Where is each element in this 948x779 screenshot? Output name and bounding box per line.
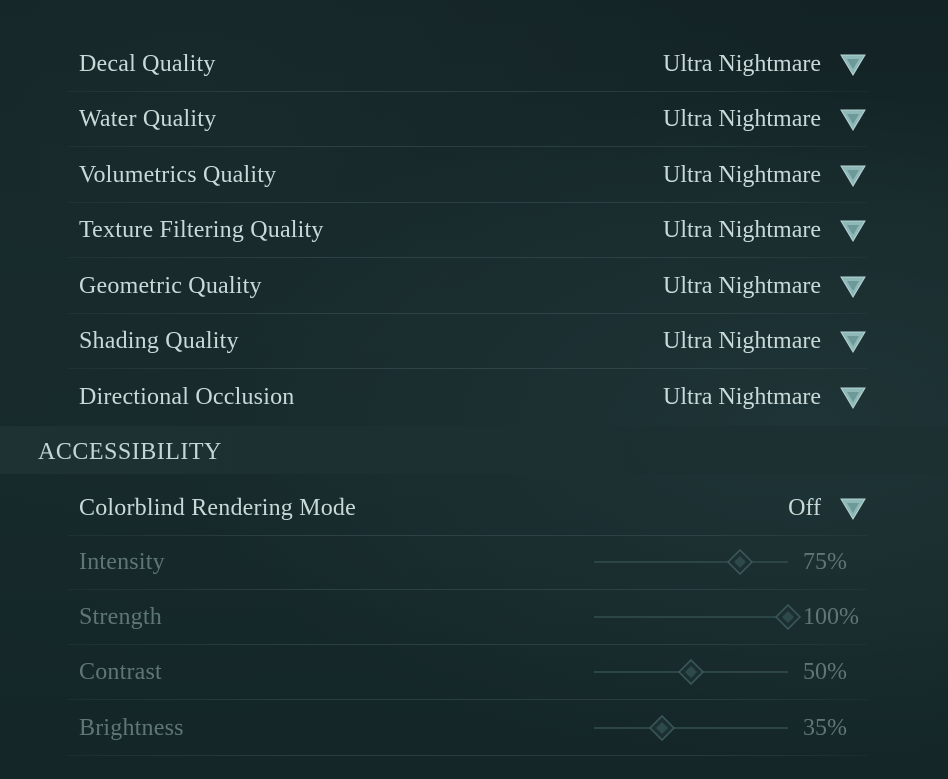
slider-label: Contrast — [79, 659, 162, 685]
diamond-handle-icon[interactable] — [648, 715, 675, 741]
setting-label: Directional Occlusion — [79, 384, 295, 410]
setting-label: Texture Filtering Quality — [79, 217, 324, 243]
diamond-handle-icon[interactable] — [726, 549, 753, 575]
setting-row-texture-filtering-quality[interactable]: Texture Filtering Quality Ultra Nightmar… — [0, 203, 948, 258]
setting-row-colorblind-mode[interactable]: Colorblind Rendering Mode Off — [0, 481, 948, 536]
settings-panel: Decal Quality Ultra Nightmare Water Qual… — [0, 0, 948, 779]
setting-label: Shading Quality — [79, 328, 239, 354]
row-divider — [68, 146, 868, 147]
setting-label: Volumetrics Quality — [79, 162, 277, 188]
slider-row-strength[interactable]: Strength 100% — [0, 590, 948, 645]
slider-row-brightness[interactable]: Brightness 35% — [0, 701, 948, 756]
setting-row-water-quality[interactable]: Water Quality Ultra Nightmare — [0, 92, 948, 147]
setting-row-geometric-quality[interactable]: Geometric Quality Ultra Nightmare — [0, 259, 948, 314]
row-divider — [68, 368, 868, 369]
slider-value: 75% — [803, 549, 847, 575]
slider-track[interactable] — [594, 604, 801, 630]
chevron-down-icon[interactable] — [840, 497, 866, 521]
section-title: ACCESSIBILITY — [38, 439, 222, 465]
slider-track[interactable] — [594, 715, 788, 741]
row-divider — [68, 755, 868, 756]
slider-label: Brightness — [79, 715, 184, 741]
diamond-handle-icon[interactable] — [678, 659, 704, 685]
chevron-down-icon[interactable] — [840, 164, 866, 188]
chevron-down-icon[interactable] — [840, 275, 866, 299]
setting-value[interactable]: Ultra Nightmare — [663, 148, 821, 203]
setting-value[interactable]: Ultra Nightmare — [663, 370, 821, 425]
slider-label: Intensity — [79, 549, 165, 575]
slider-label: Strength — [79, 604, 162, 630]
slider-row-contrast[interactable]: Contrast 50% — [0, 645, 948, 700]
setting-label: Colorblind Rendering Mode — [79, 495, 356, 521]
setting-label: Geometric Quality — [79, 273, 262, 299]
slider-value: 35% — [803, 715, 847, 741]
setting-value[interactable]: Off — [788, 481, 821, 536]
setting-label: Decal Quality — [79, 51, 216, 77]
chevron-down-icon[interactable] — [840, 219, 866, 243]
chevron-down-icon[interactable] — [840, 386, 866, 410]
setting-value[interactable]: Ultra Nightmare — [663, 203, 821, 258]
setting-value[interactable]: Ultra Nightmare — [663, 259, 821, 314]
setting-value[interactable]: Ultra Nightmare — [663, 37, 821, 92]
row-divider — [68, 257, 868, 258]
slider-value: 50% — [803, 659, 847, 685]
slider-value: 100% — [803, 604, 859, 630]
setting-row-decal-quality[interactable]: Decal Quality Ultra Nightmare — [0, 37, 948, 92]
diamond-handle-icon[interactable] — [775, 604, 801, 630]
slider-track[interactable] — [594, 549, 788, 575]
setting-row-shading-quality[interactable]: Shading Quality Ultra Nightmare — [0, 314, 948, 369]
setting-label: Water Quality — [79, 106, 217, 132]
setting-row-directional-occlusion[interactable]: Directional Occlusion Ultra Nightmare — [0, 370, 948, 425]
setting-value[interactable]: Ultra Nightmare — [663, 92, 821, 147]
slider-track[interactable] — [594, 659, 788, 685]
chevron-down-icon[interactable] — [840, 53, 866, 77]
chevron-down-icon[interactable] — [840, 108, 866, 132]
slider-row-intensity[interactable]: Intensity 75% — [0, 535, 948, 590]
accessibility-section-header: ACCESSIBILITY — [0, 426, 948, 474]
row-divider — [68, 699, 868, 700]
chevron-down-icon[interactable] — [840, 330, 866, 354]
setting-row-volumetrics-quality[interactable]: Volumetrics Quality Ultra Nightmare — [0, 148, 948, 203]
setting-value[interactable]: Ultra Nightmare — [663, 314, 821, 369]
